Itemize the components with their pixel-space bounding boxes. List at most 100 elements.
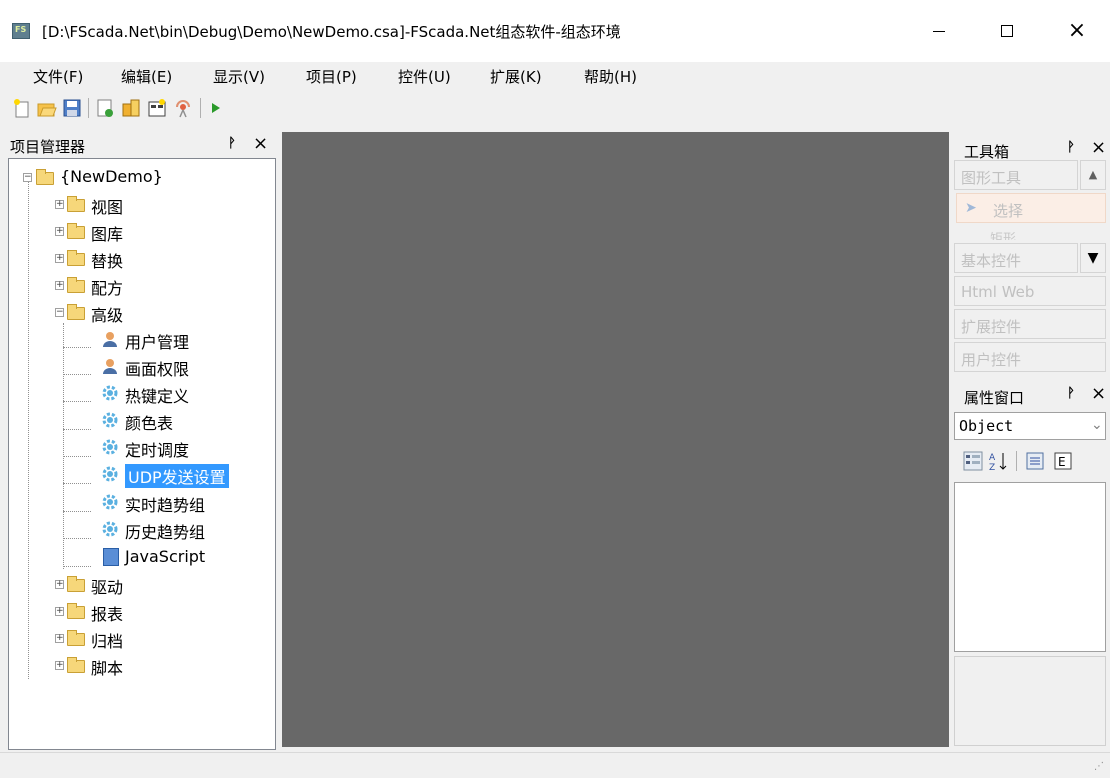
categorized-icon[interactable]	[962, 450, 984, 472]
tree-node-report[interactable]: + 报表	[49, 599, 249, 625]
expand-icon[interactable]: +	[55, 634, 64, 643]
collapse-icon[interactable]: −	[55, 308, 64, 317]
new-page-icon[interactable]	[95, 98, 115, 118]
toolbar-separator	[88, 98, 89, 118]
new-file-icon[interactable]	[12, 98, 32, 118]
scroll-up-icon[interactable]: ▲	[1080, 160, 1106, 190]
build-icon[interactable]	[147, 98, 167, 118]
tree-node-gallery[interactable]: + 图库	[49, 219, 249, 245]
tree-line	[28, 179, 29, 679]
toolbox-category-shapes[interactable]: 图形工具	[954, 160, 1078, 190]
tree-node-realtime-trend[interactable]: 实时趋势组	[91, 490, 271, 516]
tree-node-script[interactable]: + 脚本	[49, 653, 249, 679]
toolbox-category-basic-controls[interactable]: 基本控件	[954, 243, 1078, 273]
save-icon[interactable]	[62, 98, 82, 118]
pin-icon[interactable]: ᚹ	[1067, 386, 1075, 401]
object-selector-value: Object	[959, 417, 1014, 435]
tree-node-replace[interactable]: + 替换	[49, 246, 249, 272]
tree-node-label: 视图	[91, 198, 124, 217]
tree-node-javascript[interactable]: JavaScript	[91, 545, 271, 571]
expand-icon[interactable]: +	[55, 227, 64, 236]
menu-view[interactable]: 显示(V)	[213, 66, 265, 87]
property-pages-icon[interactable]	[1024, 450, 1046, 472]
open-folder-icon[interactable]	[37, 98, 57, 118]
tool-select[interactable]: ➤ 选择	[956, 193, 1106, 223]
tree-node-recipe[interactable]: + 配方	[49, 273, 249, 299]
toolbox-category-user[interactable]: 用户控件	[954, 342, 1106, 372]
editor-canvas[interactable]	[282, 132, 949, 747]
expand-icon[interactable]: +	[55, 607, 64, 616]
menu-controls[interactable]: 控件(U)	[398, 66, 451, 87]
user-icon	[103, 332, 117, 347]
toolbar-separator	[1016, 451, 1017, 471]
property-grid[interactable]	[954, 482, 1106, 652]
scroll-down-icon[interactable]: ▼	[1080, 243, 1106, 273]
tree-line	[63, 374, 91, 375]
events-icon[interactable]: E	[1052, 450, 1074, 472]
tree-node-color-table[interactable]: 颜色表	[91, 408, 271, 434]
close-icon[interactable]: ×	[253, 133, 268, 154]
tree-node-label: 用户管理	[125, 333, 190, 352]
menu-project[interactable]: 项目(P)	[306, 66, 357, 87]
tree-node-history-trend[interactable]: 历史趋势组	[91, 517, 271, 543]
window-title: [D:\FScada.Net\bin\Debug\Demo\NewDemo.cs…	[42, 23, 621, 41]
gear-icon	[102, 521, 118, 537]
maximize-button[interactable]	[984, 12, 1030, 50]
expand-icon[interactable]: +	[55, 200, 64, 209]
expand-icon[interactable]: +	[55, 254, 64, 263]
maximize-icon	[1001, 25, 1013, 37]
collapse-icon[interactable]: −	[23, 173, 32, 182]
close-icon[interactable]: ×	[1091, 383, 1106, 404]
tree-node-advanced[interactable]: − 高级	[49, 300, 249, 326]
tree-line	[63, 429, 91, 430]
pin-icon[interactable]: ᚹ	[228, 136, 236, 151]
tree-node-scheduler[interactable]: 定时调度	[91, 435, 271, 461]
tree-node-archive[interactable]: + 归档	[49, 626, 249, 652]
tree-node-hotkeys[interactable]: 热键定义	[91, 381, 271, 407]
tree-node-view[interactable]: + 视图	[49, 192, 249, 218]
menu-help[interactable]: 帮助(H)	[584, 66, 637, 87]
sort-alphabetical-icon[interactable]: A Z	[988, 450, 1010, 472]
app-icon	[12, 23, 30, 39]
tree-node-driver[interactable]: + 驱动	[49, 572, 249, 598]
menu-extend[interactable]: 扩展(K)	[490, 66, 542, 87]
folder-icon	[67, 304, 85, 320]
expand-icon[interactable]: +	[55, 661, 64, 670]
expand-icon[interactable]: +	[55, 281, 64, 290]
component-icon[interactable]	[121, 98, 141, 118]
script-icon	[103, 548, 119, 566]
toolbar	[0, 92, 1110, 126]
tool-rectangle-label[interactable]: 矩形	[990, 228, 1016, 240]
menu-edit[interactable]: 编辑(E)	[121, 66, 172, 87]
close-icon[interactable]: ×	[1091, 137, 1106, 158]
tree-node-label: 替换	[91, 252, 124, 271]
run-icon[interactable]	[207, 98, 227, 118]
menu-file[interactable]: 文件(F)	[33, 66, 83, 87]
minimize-button[interactable]	[916, 12, 962, 50]
pin-icon[interactable]: ᚹ	[1067, 140, 1075, 155]
chevron-down-icon: ⌄	[1091, 417, 1103, 433]
resize-grip-icon[interactable]: ⋰	[1094, 761, 1104, 772]
close-button[interactable]: ×	[1054, 12, 1100, 50]
tree-root[interactable]: − {NewDemo}	[15, 165, 215, 191]
tree-node-label: 报表	[91, 605, 124, 624]
tree-root-label: {NewDemo}	[60, 167, 163, 186]
folder-icon	[36, 169, 54, 185]
object-selector[interactable]: Object ⌄	[954, 412, 1106, 440]
tree-node-udp-settings[interactable]: UDP发送设置	[91, 462, 271, 488]
broadcast-icon[interactable]	[173, 98, 193, 118]
tree-node-user-management[interactable]: 用户管理	[91, 327, 271, 353]
tree-line	[63, 401, 91, 402]
tree-line	[63, 566, 91, 567]
toolbox-category-extended[interactable]: 扩展控件	[954, 309, 1106, 339]
gear-icon	[102, 439, 118, 455]
tree-node-label: 热键定义	[125, 387, 190, 406]
expand-icon[interactable]: +	[55, 580, 64, 589]
tree-node-label: UDP发送设置	[125, 464, 229, 488]
tree-node-screen-permission[interactable]: 画面权限	[91, 354, 271, 380]
gear-icon	[102, 412, 118, 428]
gear-icon	[102, 466, 118, 482]
tree-line	[63, 538, 91, 539]
toolbox-category-html-web[interactable]: Html Web	[954, 276, 1106, 306]
tree-node-label: 驱动	[91, 578, 124, 597]
